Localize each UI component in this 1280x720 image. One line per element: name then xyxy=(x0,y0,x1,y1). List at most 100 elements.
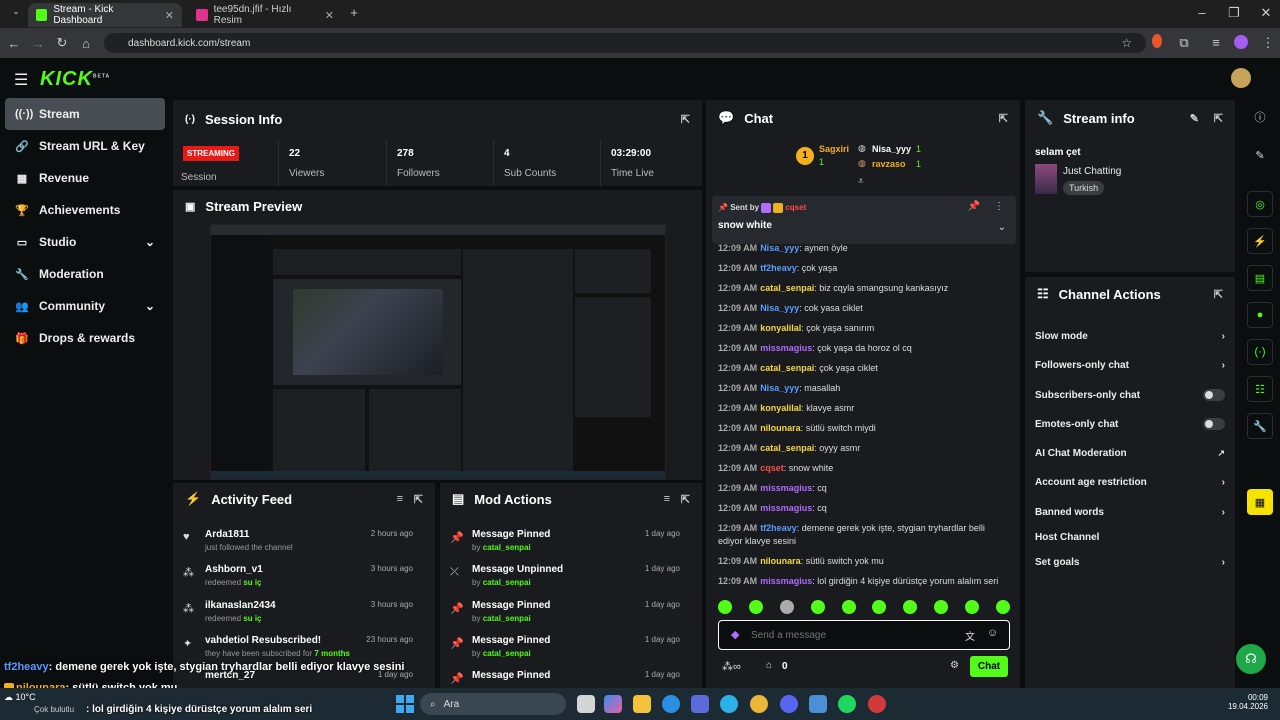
taskbar-clock[interactable]: 00:09 19.04.2026 xyxy=(1222,693,1268,711)
browser-menu-icon[interactable]: ⋮ xyxy=(1256,35,1280,51)
tab-list-icon[interactable]: ⌄ xyxy=(4,6,28,17)
sidebar-item-community[interactable]: 👥 Community ⌄ xyxy=(5,290,165,322)
message-username[interactable]: catal_senpai xyxy=(760,443,814,453)
popout-icon[interactable]: ⇱ xyxy=(681,113,690,126)
extensions-puzzle-icon[interactable]: ⧉ xyxy=(1172,35,1196,51)
weather-widget[interactable]: ☁ 10°C xyxy=(4,692,36,703)
message-username[interactable]: missmagius xyxy=(760,343,812,353)
channel-action-account-age[interactable]: Account age restriction › xyxy=(1035,477,1225,488)
channel-points-icon[interactable]: ⁂∞ xyxy=(722,660,741,673)
message-username[interactable]: missmagius xyxy=(760,503,812,513)
app-icon[interactable] xyxy=(720,695,738,713)
user-avatar[interactable] xyxy=(1231,68,1251,88)
support-headset-icon[interactable]: ☊ xyxy=(1236,644,1266,674)
channel-action-host-channel[interactable]: Host Channel xyxy=(1035,532,1225,543)
sidebar-item-drops-rewards[interactable]: 🎁 Drops & rewards xyxy=(5,322,165,354)
sidebar-item-revenue[interactable]: ▦ Revenue xyxy=(5,162,165,194)
message-username[interactable]: missmagius xyxy=(760,576,812,586)
category-name[interactable]: Just Chatting xyxy=(1063,166,1121,177)
chat-bubble-icon[interactable]: ● xyxy=(1247,302,1273,328)
hamburger-menu-icon[interactable]: ☰ xyxy=(14,70,28,90)
sidebar-item-moderation[interactable]: 🔧 Moderation xyxy=(5,258,165,290)
emote-icon[interactable] xyxy=(903,600,918,614)
close-tab-icon[interactable]: ✕ xyxy=(325,9,334,22)
unpin-icon[interactable]: 📌 xyxy=(968,201,980,212)
gifter-name[interactable]: ravzaso xyxy=(872,159,906,169)
lightning-icon[interactable]: ⚡ xyxy=(1247,228,1273,254)
signal-icon[interactable]: (·) xyxy=(1247,339,1273,365)
close-tab-icon[interactable]: ✕ xyxy=(165,9,174,22)
emote-icon[interactable] xyxy=(995,600,1010,614)
emote-icon[interactable] xyxy=(965,600,979,614)
stream-preview-video[interactable] xyxy=(210,224,666,480)
list-icon[interactable]: ☷ xyxy=(1247,376,1273,402)
app-icon[interactable] xyxy=(868,695,886,713)
emote-icon[interactable] xyxy=(841,600,856,614)
home-icon[interactable]: ⌂ xyxy=(74,36,98,51)
edit-pencil-icon[interactable]: ✎ xyxy=(1190,112,1199,125)
new-tab-icon[interactable]: + xyxy=(342,5,366,20)
popout-icon[interactable]: ⇱ xyxy=(414,493,423,506)
taskbar-search[interactable]: ⌕ Ara xyxy=(420,693,566,715)
message-username[interactable]: missmagius xyxy=(760,483,812,493)
sidebar-item-stream-url-key[interactable]: 🔗 Stream URL & Key xyxy=(5,130,165,162)
emote-icon[interactable] xyxy=(810,600,825,614)
address-bar[interactable]: dashboard.kick.com/stream ☆ xyxy=(104,33,1146,53)
message-username[interactable]: Nisa_yyy xyxy=(760,303,799,313)
message-username[interactable]: catal_senpai xyxy=(760,283,814,293)
emote-icon[interactable] xyxy=(779,600,794,614)
message-username[interactable]: nilounara xyxy=(760,423,801,433)
back-icon[interactable]: ← xyxy=(2,36,26,51)
clipboard-icon[interactable]: ▤ xyxy=(1247,265,1273,291)
emotes-only-toggle[interactable] xyxy=(1203,418,1225,430)
tab-image-viewer[interactable]: tee95dn.jfif - Hızlı Resim ✕ xyxy=(188,3,342,27)
category-thumbnail[interactable] xyxy=(1035,164,1057,194)
filter-icon[interactable]: ≡ xyxy=(664,493,670,505)
collapse-gifters-icon[interactable]: ⩡ xyxy=(858,176,864,187)
emote-icon[interactable] xyxy=(748,600,763,614)
gift-icon[interactable]: ⌂ xyxy=(766,660,772,671)
gifter-name[interactable]: Nisa_yyy xyxy=(872,144,911,154)
emote-icon[interactable] xyxy=(718,600,732,614)
wrench-icon[interactable]: 🔧 xyxy=(1247,413,1273,439)
sub-badge-icon[interactable]: ◆ xyxy=(731,628,739,641)
chat-settings-gear-icon[interactable]: ⚙ xyxy=(950,660,959,671)
capture-icon[interactable]: ◎ xyxy=(1247,191,1273,217)
task-view-icon[interactable] xyxy=(577,695,595,713)
clapper-icon[interactable]: ▦ xyxy=(1247,489,1273,515)
message-username[interactable]: nilounara xyxy=(760,556,801,566)
app-icon[interactable] xyxy=(809,695,827,713)
tab-kick-dashboard[interactable]: Stream - Kick Dashboard ✕ xyxy=(28,3,182,27)
chat-input[interactable] xyxy=(751,627,931,643)
profile-avatar-icon[interactable] xyxy=(1234,35,1248,49)
extension-icon[interactable] xyxy=(1152,34,1162,48)
filter-icon[interactable]: ≡ xyxy=(397,493,403,505)
message-username[interactable]: cqset xyxy=(760,463,784,473)
sidebar-item-studio[interactable]: ▭ Studio ⌄ xyxy=(5,226,165,258)
channel-action-followers-only[interactable]: Followers-only chat › xyxy=(1035,360,1225,371)
file-explorer-icon[interactable] xyxy=(633,695,651,713)
message-username[interactable]: konyalilal xyxy=(760,323,801,333)
send-chat-button[interactable]: Chat xyxy=(970,656,1008,677)
message-username[interactable]: tf2heavy xyxy=(760,523,797,533)
media-control-icon[interactable]: ≡ xyxy=(1204,35,1228,50)
message-username[interactable]: konyalilal xyxy=(760,403,801,413)
emote-icon[interactable] xyxy=(934,600,949,614)
channel-action-ai-moderation[interactable]: AI Chat Moderation ↗ xyxy=(1035,448,1225,459)
discord-icon[interactable] xyxy=(780,695,798,713)
bookmark-star-icon[interactable]: ☆ xyxy=(1121,36,1132,50)
copilot-icon[interactable] xyxy=(604,695,622,713)
windows-start-icon[interactable] xyxy=(396,695,414,713)
pinned-user[interactable]: cqset xyxy=(785,203,806,212)
chrome-icon[interactable] xyxy=(750,695,768,713)
channel-action-set-goals[interactable]: Set goals › xyxy=(1035,557,1225,568)
edge-icon[interactable] xyxy=(662,695,680,713)
sidebar-item-achievements[interactable]: 🏆 Achievements xyxy=(5,194,165,226)
close-window-icon[interactable]: ✕ xyxy=(1254,5,1278,21)
forward-icon[interactable]: → xyxy=(26,36,50,51)
popout-icon[interactable]: ⇱ xyxy=(1214,288,1223,301)
popout-icon[interactable]: ⇱ xyxy=(999,112,1008,125)
subscribers-only-toggle[interactable] xyxy=(1203,389,1225,401)
edit-pencil-icon[interactable]: ✎ xyxy=(1247,142,1273,168)
gifter-name[interactable]: Sagxiri xyxy=(819,144,849,154)
